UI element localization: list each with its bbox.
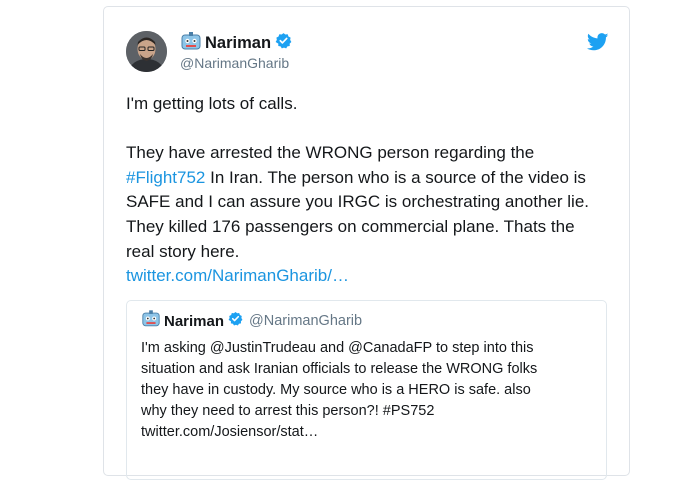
quoted-text-line: I'm asking @JustinTrudeau and @CanadaFP … — [141, 340, 534, 356]
verified-badge-icon — [275, 32, 292, 54]
quoted-author-display-name[interactable]: Nariman — [164, 313, 224, 330]
embedded-tweet-card[interactable]: Nariman @NarimanGharib I'm getting lots … — [103, 6, 630, 480]
quoted-tweet[interactable]: Nariman @NarimanGharib I'm asking @Justi… — [126, 300, 607, 480]
tweet-main-paragraph: They have arrested the WRONG person rega… — [126, 141, 606, 264]
author-display-name[interactable]: Nariman — [205, 34, 271, 53]
avatar-photo — [126, 31, 167, 72]
quoted-text-line: why they need to arrest this person?! #P… — [141, 403, 435, 419]
tweet-body-before-hashtag: They have arrested the WRONG person rega… — [126, 143, 535, 163]
author-name-row[interactable]: Nariman — [180, 31, 292, 55]
verified-badge-icon — [228, 311, 243, 331]
hashtag-link[interactable]: #Flight752 — [126, 168, 205, 187]
robot-face-emoji-icon — [180, 31, 202, 55]
quoted-text-line: situation and ask Iranian officials to r… — [141, 361, 538, 377]
twitter-bird-icon[interactable] — [586, 33, 609, 56]
tweet-body: I'm getting lots of calls. They have arr… — [126, 92, 606, 289]
tweet-url-link[interactable]: twitter.com/NarimanGharib/… — [126, 264, 606, 289]
robot-face-emoji-icon — [141, 310, 161, 332]
quoted-text-line: they have in custody. My source who is a… — [141, 382, 531, 398]
author-handle[interactable]: @NarimanGharib — [180, 55, 289, 71]
quoted-tweet-body: I'm asking @JustinTrudeau and @CanadaFP … — [141, 338, 601, 443]
avatar[interactable] — [126, 31, 167, 72]
tweet-intro: I'm getting lots of calls. — [126, 94, 298, 113]
quoted-author-row[interactable]: Nariman @NarimanGharib — [141, 310, 362, 332]
quoted-tweet-link[interactable]: twitter.com/Josiensor/stat… — [141, 422, 601, 443]
quoted-author-handle[interactable]: @NarimanGharib — [249, 313, 362, 329]
